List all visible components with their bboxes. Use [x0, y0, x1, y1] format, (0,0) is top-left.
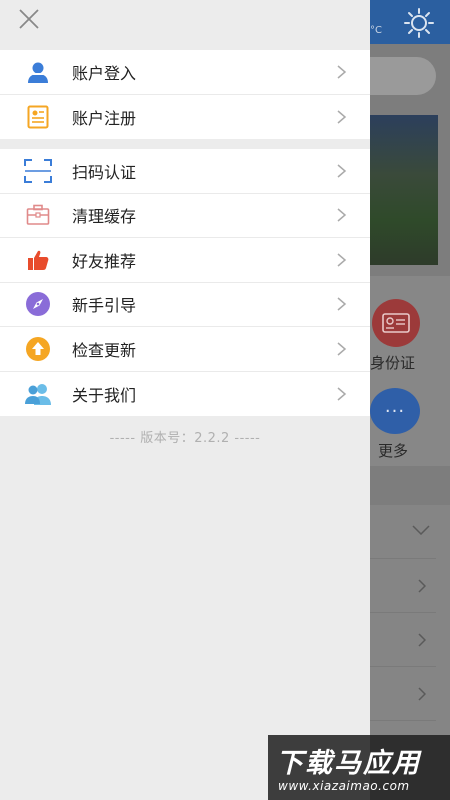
menu-item-label: 扫码认证 — [72, 162, 137, 182]
menu-item-label: 关于我们 — [72, 385, 137, 405]
chevron-right-icon — [337, 342, 347, 356]
menu-item-recommend[interactable]: 好友推荐 — [0, 238, 370, 283]
bg-search-bar — [370, 57, 436, 95]
menu-item-scan[interactable]: 扫码认证 — [0, 149, 370, 194]
chevron-right-icon — [337, 253, 347, 267]
menu-item-label: 新手引导 — [72, 296, 137, 316]
id-card-icon — [372, 299, 420, 347]
menu-item-guide[interactable]: 新手引导 — [0, 283, 370, 327]
account-menu-group: 账户登入 账户注册 — [0, 50, 370, 139]
watermark-url: www.xiazaimao.com — [278, 779, 410, 793]
chevron-right-icon — [337, 387, 347, 401]
upload-icon — [24, 335, 52, 363]
menu-item-check-update[interactable]: 检查更新 — [0, 327, 370, 372]
menu-item-register[interactable]: 账户注册 — [0, 95, 370, 140]
menu-item-label: 好友推荐 — [72, 251, 137, 271]
bg-header: °C — [370, 0, 450, 44]
menu-item-label: 账户注册 — [72, 108, 137, 128]
bg-more-label: 更多 — [378, 442, 409, 460]
bg-list-row — [370, 613, 436, 667]
chevron-right-icon — [418, 687, 426, 701]
chevron-right-icon — [337, 208, 347, 222]
chevron-right-icon — [337, 164, 347, 178]
sun-icon[interactable] — [404, 8, 434, 38]
menu-item-about[interactable]: 关于我们 — [0, 372, 370, 417]
more-icon: ··· — [370, 388, 420, 434]
menu-item-label: 清理缓存 — [72, 207, 137, 227]
scan-icon — [24, 157, 52, 185]
bg-list-row — [370, 505, 436, 559]
chevron-right-icon — [418, 633, 426, 647]
menu-item-label: 检查更新 — [72, 340, 137, 360]
side-drawer: 账户登入 账户注册 扫码认证 清理缓存 好友推荐 新手引导 检查更新 关于我们 … — [0, 0, 370, 800]
chevron-down-icon — [412, 525, 430, 535]
bg-banner-image — [370, 115, 438, 265]
thumbs-up-icon — [24, 246, 52, 274]
menu-item-clear-cache[interactable]: 清理缓存 — [0, 194, 370, 238]
chevron-right-icon — [337, 65, 347, 79]
people-icon — [24, 380, 52, 408]
bg-id-label: 身份证 — [370, 354, 416, 372]
register-icon — [24, 103, 52, 131]
bg-temperature: °C — [370, 25, 382, 36]
compass-icon — [24, 290, 52, 318]
bg-list-row — [370, 559, 436, 613]
close-icon[interactable] — [17, 7, 41, 31]
menu-item-login[interactable]: 账户登入 — [0, 50, 370, 95]
briefcase-icon — [24, 201, 52, 229]
menu-item-label: 账户登入 — [72, 63, 137, 83]
chevron-right-icon — [418, 579, 426, 593]
bg-list-row — [370, 667, 436, 721]
version-label: ----- 版本号：2.2.2 ----- — [109, 431, 261, 446]
watermark: 下载马应用 www.xiazaimao.com — [268, 735, 450, 800]
tools-menu-group: 扫码认证 清理缓存 好友推荐 新手引导 检查更新 关于我们 — [0, 149, 370, 416]
chevron-right-icon — [337, 110, 347, 124]
watermark-title: 下载马应用 — [276, 748, 421, 779]
user-icon — [24, 58, 52, 86]
chevron-right-icon — [337, 297, 347, 311]
